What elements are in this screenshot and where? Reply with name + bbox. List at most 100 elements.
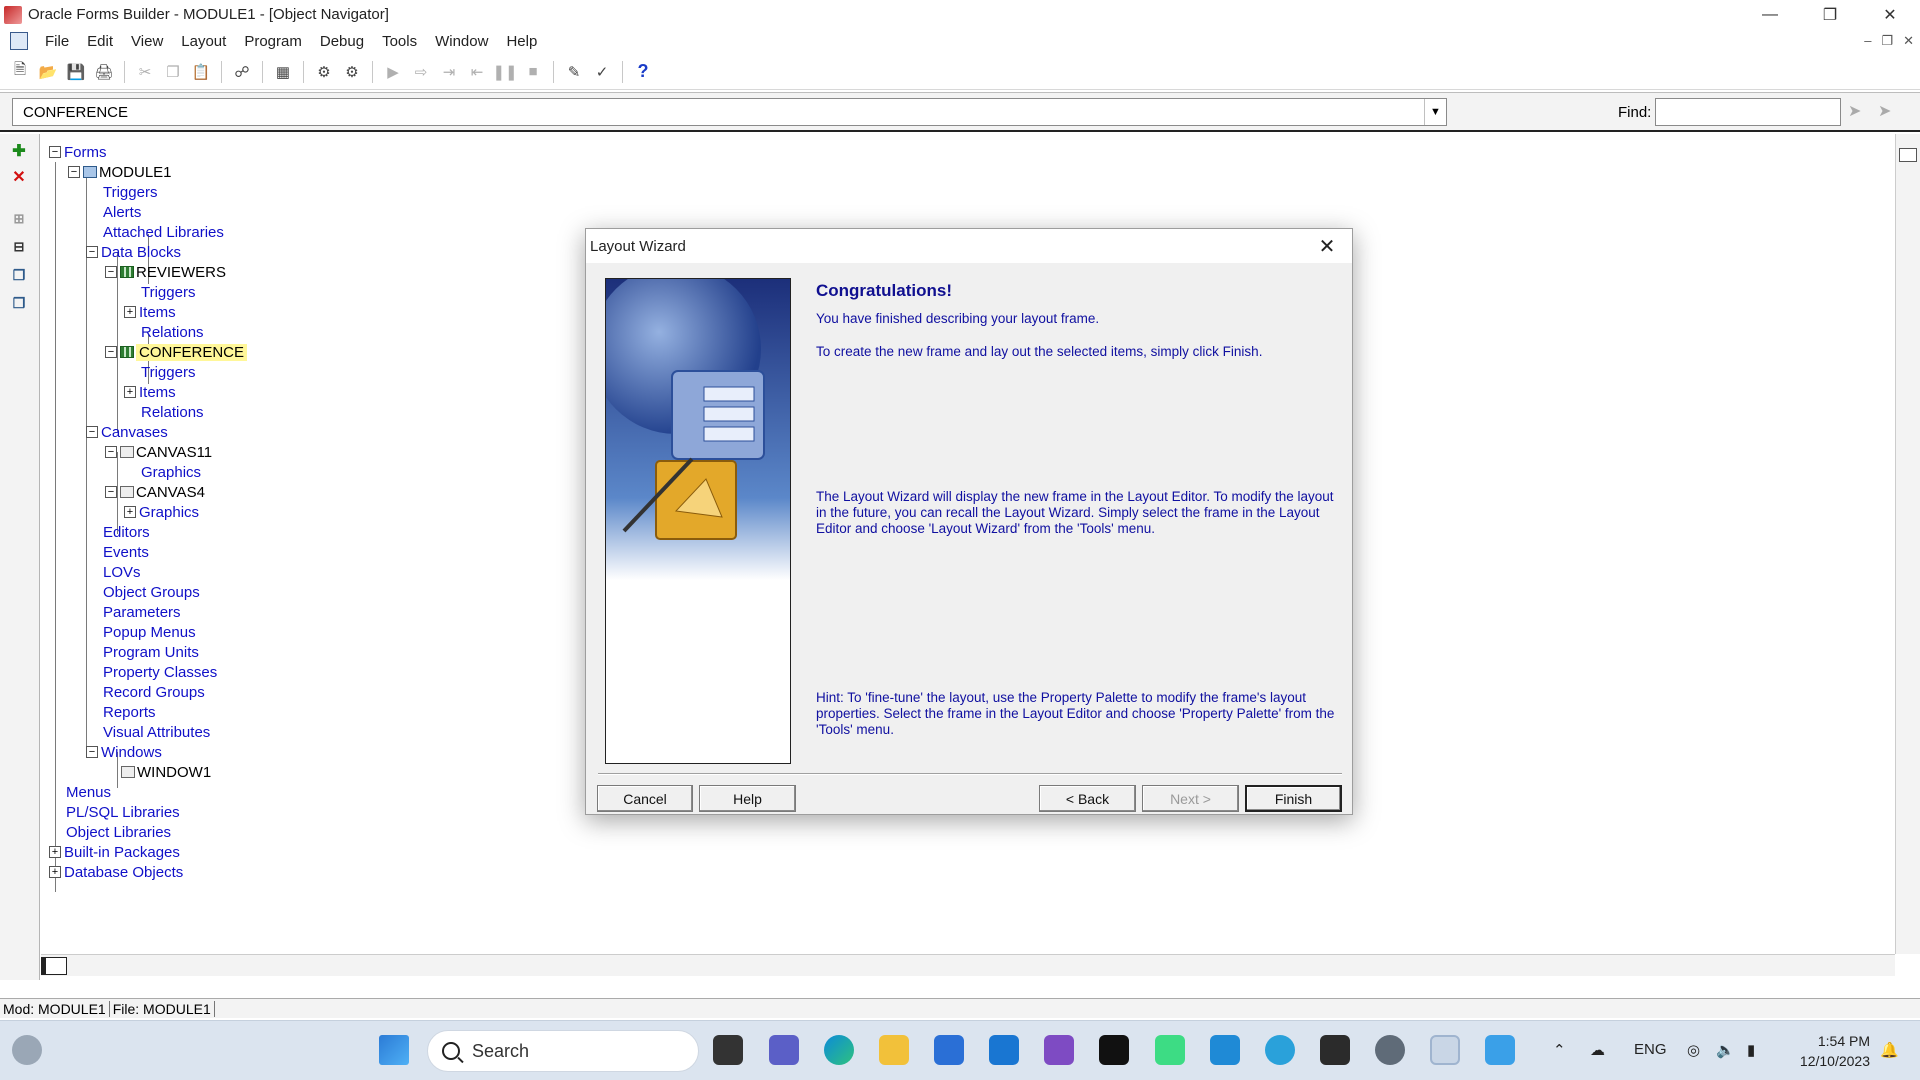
tree-node-conference-items[interactable]: + Items xyxy=(124,382,176,402)
restore-button[interactable]: ❐ xyxy=(1800,0,1860,29)
tree-node-lovs[interactable]: LOVs xyxy=(103,562,141,582)
tree-node-popup-menus[interactable]: Popup Menus xyxy=(103,622,196,642)
print-icon[interactable]: 🖨 xyxy=(92,60,116,84)
compile-module-icon[interactable]: ▦ xyxy=(271,60,295,84)
find-next-icon[interactable]: ➤ xyxy=(1848,101,1870,123)
weather-icon[interactable] xyxy=(12,1035,42,1065)
menu-debug[interactable]: Debug xyxy=(311,33,373,50)
task-view-icon[interactable] xyxy=(713,1035,743,1065)
oracle-forms-taskbar-icon[interactable] xyxy=(1430,1035,1460,1065)
tree-node-module[interactable]: − MODULE1 xyxy=(68,162,172,182)
tree-node-parameters[interactable]: Parameters xyxy=(103,602,181,622)
tree-node-events[interactable]: Events xyxy=(103,542,149,562)
tree-node-editors[interactable]: Editors xyxy=(103,522,150,542)
menu-file[interactable]: File xyxy=(36,33,78,50)
tree-node-window1[interactable]: WINDOW1 xyxy=(121,762,211,782)
clock[interactable]: 1:54 PM 12/10/2023 xyxy=(1786,1031,1870,1071)
cut-icon[interactable]: ✂ xyxy=(133,60,157,84)
expand-icon[interactable]: ⊞ xyxy=(8,208,30,230)
chevron-up-icon[interactable]: ⌃ xyxy=(1553,1041,1566,1059)
collapse-node-icon[interactable]: − xyxy=(49,146,61,158)
next-button[interactable]: Next > xyxy=(1142,785,1239,812)
tree-node-reviewers-items[interactable]: + Items xyxy=(124,302,176,322)
help-button[interactable]: Help xyxy=(699,785,796,812)
debug-form-icon[interactable]: ⚙ xyxy=(340,60,364,84)
collapse-node-icon[interactable]: − xyxy=(86,426,98,438)
collapse-node-icon[interactable]: − xyxy=(105,446,117,458)
collapse-all-icon[interactable]: ❐ xyxy=(8,292,30,314)
copy-icon[interactable]: ❐ xyxy=(161,60,185,84)
menu-program[interactable]: Program xyxy=(235,33,311,50)
tree-node-canvas4-graphics[interactable]: + Graphics xyxy=(124,502,199,522)
mdi-minimize-icon[interactable]: – xyxy=(1864,33,1871,49)
expand-node-icon[interactable]: + xyxy=(124,386,136,398)
tree-node-property-classes[interactable]: Property Classes xyxy=(103,662,217,682)
close-window-button[interactable]: ✕ xyxy=(1860,0,1920,29)
paste-icon[interactable]: 📋 xyxy=(189,60,213,84)
expand-node-icon[interactable]: + xyxy=(49,866,61,878)
tree-node-data-blocks[interactable]: − Data Blocks xyxy=(86,242,181,262)
collapse-node-icon[interactable]: − xyxy=(105,486,117,498)
mdi-close-icon[interactable]: ✕ xyxy=(1903,33,1914,49)
expand-node-icon[interactable]: + xyxy=(49,846,61,858)
tree-node-canvases[interactable]: − Canvases xyxy=(86,422,168,442)
settings-icon[interactable] xyxy=(1375,1035,1405,1065)
start-icon[interactable] xyxy=(379,1035,409,1065)
search-input[interactable]: Search xyxy=(427,1030,699,1072)
connect-icon[interactable]: ☍ xyxy=(230,60,254,84)
menu-window[interactable]: Window xyxy=(426,33,497,50)
open-icon[interactable]: 📂 xyxy=(36,60,60,84)
onedrive-icon[interactable]: ☁ xyxy=(1590,1041,1605,1059)
tree-node-record-groups[interactable]: Record Groups xyxy=(103,682,205,702)
close-icon[interactable]: ✕ xyxy=(1316,235,1338,258)
visual-studio-icon[interactable] xyxy=(1044,1035,1074,1065)
context-dropdown[interactable]: CONFERENCE ▼ xyxy=(12,98,1447,126)
chat-icon[interactable] xyxy=(769,1035,799,1065)
menu-edit[interactable]: Edit xyxy=(78,33,122,50)
intellij-icon[interactable] xyxy=(1099,1035,1129,1065)
tree-node-conference[interactable]: − CONFERENCE xyxy=(105,342,248,362)
menu-layout[interactable]: Layout xyxy=(172,33,235,50)
scroll-thumb[interactable] xyxy=(41,957,67,975)
menu-tools[interactable]: Tools xyxy=(373,33,426,50)
tree-node-builtin-packages[interactable]: + Built-in Packages xyxy=(49,842,180,862)
go-icon[interactable]: ▶ xyxy=(381,60,405,84)
menu-view[interactable]: View xyxy=(122,33,172,50)
delete-icon[interactable]: ✕ xyxy=(8,166,30,188)
tree-node-triggers[interactable]: Triggers xyxy=(103,182,157,202)
vscode-icon[interactable] xyxy=(1210,1035,1240,1065)
tree-node-forms[interactable]: − Forms xyxy=(49,142,107,162)
menu-help[interactable]: Help xyxy=(497,33,546,50)
finish-button[interactable]: Finish xyxy=(1245,785,1342,812)
notepad-icon[interactable] xyxy=(1485,1035,1515,1065)
chevron-down-icon[interactable]: ▼ xyxy=(1424,99,1446,125)
telegram-icon[interactable] xyxy=(1265,1035,1295,1065)
new-icon[interactable]: 🗎 xyxy=(8,60,32,84)
navigator-window-icon[interactable] xyxy=(10,32,28,50)
tree-node-conference-relations[interactable]: Relations xyxy=(141,402,204,422)
file-explorer-icon[interactable] xyxy=(879,1035,909,1065)
horizontal-scrollbar[interactable] xyxy=(41,954,1895,976)
back-button[interactable]: < Back xyxy=(1039,785,1136,812)
terminal-icon[interactable] xyxy=(1320,1035,1350,1065)
notification-bell-icon[interactable]: 🔔 xyxy=(1880,1041,1899,1059)
tree-node-canvas4[interactable]: − CANVAS4 xyxy=(105,482,205,502)
network-icon[interactable]: ◎ xyxy=(1687,1041,1700,1059)
tree-node-attached-libraries[interactable]: Attached Libraries xyxy=(103,222,224,242)
tree-node-database-objects[interactable]: + Database Objects xyxy=(49,862,183,882)
data-block-wizard-icon[interactable]: ✎ xyxy=(562,60,586,84)
run-form-icon[interactable]: ⚙ xyxy=(312,60,336,84)
collapse-node-icon[interactable]: − xyxy=(86,246,98,258)
language-indicator[interactable]: ENG xyxy=(1634,1041,1667,1058)
collapse-node-icon[interactable]: − xyxy=(86,746,98,758)
find-previous-icon[interactable]: ➤ xyxy=(1878,101,1900,123)
tree-node-reviewers-triggers[interactable]: Triggers xyxy=(141,282,195,302)
create-icon[interactable]: ✚ xyxy=(8,140,30,162)
collapse-node-icon[interactable]: − xyxy=(105,346,117,358)
edge-icon[interactable] xyxy=(824,1035,854,1065)
android-studio-icon[interactable] xyxy=(1155,1035,1185,1065)
tree-node-alerts[interactable]: Alerts xyxy=(103,202,141,222)
tree-node-conference-triggers[interactable]: Triggers xyxy=(141,362,195,382)
tree-node-object-libraries[interactable]: Object Libraries xyxy=(66,822,171,842)
tree-node-reviewers[interactable]: − REVIEWERS xyxy=(105,262,226,282)
